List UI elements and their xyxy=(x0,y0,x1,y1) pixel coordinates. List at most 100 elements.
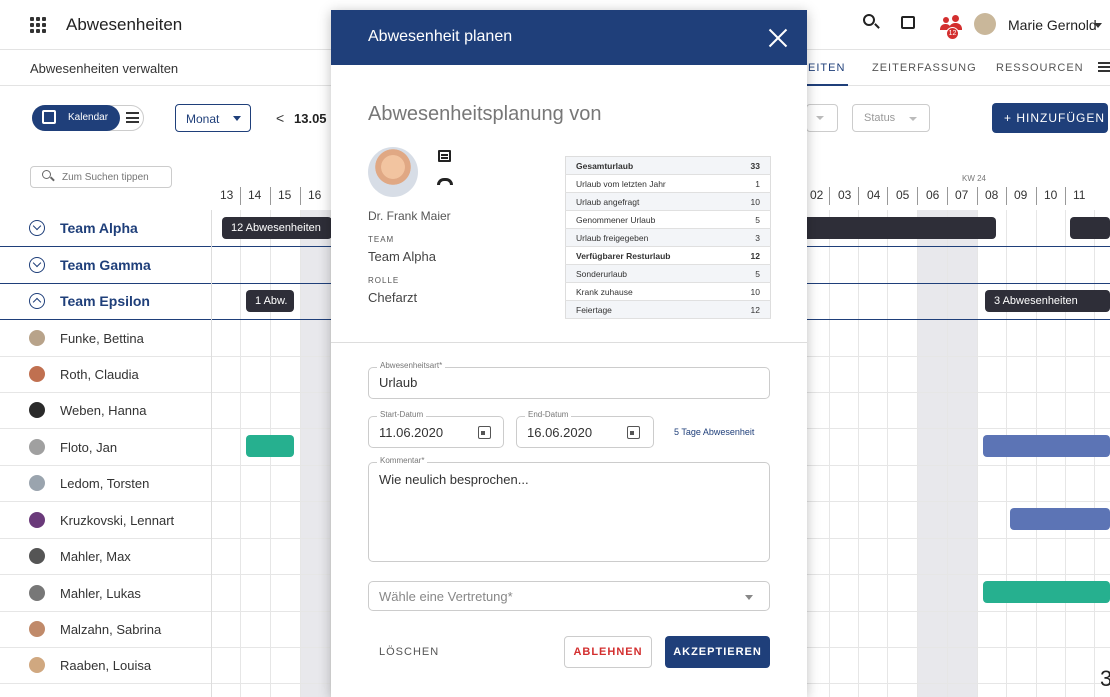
day-separator xyxy=(917,187,918,205)
stat-value: 5 xyxy=(728,264,771,283)
day-number: 03 xyxy=(838,188,852,202)
absence-bar[interactable] xyxy=(790,217,996,239)
comment-value: Wie neulich besprochen... xyxy=(379,472,529,487)
reject-button[interactable]: ABLEHNEN xyxy=(564,636,652,668)
day-number: 06 xyxy=(926,188,940,202)
day-number: 04 xyxy=(867,188,881,202)
team-label: TEAM xyxy=(368,235,395,244)
absence-bar[interactable] xyxy=(983,581,1110,603)
dialog-title: Abwesenheit planen xyxy=(368,28,513,45)
stat-value: 12 xyxy=(728,300,771,319)
absence-bar[interactable] xyxy=(1010,508,1110,530)
team-value: Team Alpha xyxy=(368,249,436,264)
notification-badge: 12 xyxy=(946,27,959,40)
stat-value: 3 xyxy=(728,228,771,247)
table-row: Urlaub freigegeben 3 xyxy=(565,228,771,247)
tab-abwesenheiten[interactable]: EITEN xyxy=(808,62,845,74)
comment-field[interactable]: Kommentar* Wie neulich besprochen... xyxy=(368,456,770,562)
sidebar-divider xyxy=(0,210,212,697)
role-label: ROLLE xyxy=(368,276,400,285)
table-row: Urlaub angefragt 10 xyxy=(565,192,771,211)
app-title: Abwesenheiten xyxy=(66,15,183,34)
page-subtitle: Abwesenheiten verwalten xyxy=(30,61,179,76)
user-menu-caret-icon[interactable] xyxy=(1094,23,1102,28)
search-icon[interactable] xyxy=(863,14,875,26)
stat-label: Gesamturlaub xyxy=(565,156,729,175)
apps-grid-icon[interactable] xyxy=(30,17,46,33)
corner-text: 3 xyxy=(1100,666,1110,691)
end-date-field[interactable]: End-Datum 16.06.2020 xyxy=(516,410,654,448)
day-number: 10 xyxy=(1044,188,1058,202)
phone-icon[interactable] xyxy=(437,178,453,185)
day-separator xyxy=(240,187,241,205)
day-separator xyxy=(858,187,859,205)
user-avatar[interactable] xyxy=(974,13,996,35)
active-tab-indicator xyxy=(800,84,848,86)
table-row: Urlaub vom letzten Jahr 1 xyxy=(565,174,771,193)
start-date-field[interactable]: Start-Datum 11.06.2020 xyxy=(368,410,504,448)
vacation-stats-table: Gesamturlaub 33 Urlaub vom letzten Jahr 1 … xyxy=(565,156,771,319)
day-separator xyxy=(947,187,948,205)
stat-label: Feiertage xyxy=(565,300,729,319)
previous-period-button[interactable]: < xyxy=(276,110,284,126)
tab-zeiterfassung[interactable]: ZEITERFASSUNG xyxy=(872,62,977,74)
day-number: 14 xyxy=(248,188,262,202)
stat-label: Sonderurlaub xyxy=(565,264,729,283)
day-separator xyxy=(270,187,271,205)
day-number: 16 xyxy=(308,188,322,202)
stat-value: 10 xyxy=(728,192,771,211)
status-filter-label: Status xyxy=(864,112,896,124)
stat-label: Urlaub freigegeben xyxy=(565,228,729,247)
absence-bar[interactable] xyxy=(1070,217,1110,239)
absence-bar[interactable]: 3 Abwesenheiten xyxy=(985,290,1110,312)
calendar-icon[interactable] xyxy=(627,426,640,439)
day-separator xyxy=(300,187,301,205)
absence-type-field[interactable]: Abwesenheitsart* Urlaub xyxy=(368,361,770,399)
delete-button[interactable]: LÖSCHEN xyxy=(379,646,439,658)
current-date-label: 13.05 xyxy=(294,111,327,126)
person-photo xyxy=(368,147,418,197)
search-input[interactable] xyxy=(62,170,168,184)
close-icon[interactable] xyxy=(767,26,789,48)
calendar-view-label: Kalendar xyxy=(68,112,109,123)
day-separator xyxy=(887,187,888,205)
calendar-icon[interactable] xyxy=(478,426,491,439)
menu-icon[interactable] xyxy=(1098,62,1110,72)
feedback-icon[interactable] xyxy=(901,16,915,29)
calendar-icon xyxy=(42,110,56,124)
day-separator xyxy=(1065,187,1066,205)
accept-button[interactable]: AKZEPTIEREN xyxy=(665,636,770,668)
message-icon[interactable] xyxy=(438,150,451,162)
plan-absence-dialog: Abwesenheit planen Abwesenheitsplanung v… xyxy=(331,10,807,697)
absence-bar[interactable]: 12 Abwesenheiten xyxy=(222,217,332,239)
search-icon xyxy=(42,170,51,179)
stat-value: 1 xyxy=(728,174,771,193)
week-label: KW 24 xyxy=(962,174,987,183)
table-row: Krank zuhause 10 xyxy=(565,282,771,301)
stat-value: 10 xyxy=(728,282,771,301)
absence-type-value: Urlaub xyxy=(379,375,418,390)
end-date-value: 16.06.2020 xyxy=(527,425,593,440)
absence-bar[interactable]: 1 Abw. xyxy=(246,290,294,312)
table-row: Sonderurlaub 5 xyxy=(565,264,771,283)
add-button[interactable]: + HINZUFÜGEN xyxy=(992,103,1108,133)
list-view-icon[interactable] xyxy=(126,112,139,123)
field-label: Kommentar* xyxy=(377,456,428,465)
substitute-select[interactable]: Wähle eine Vertretung* xyxy=(368,581,770,611)
stat-label: Krank zuhause xyxy=(565,282,729,301)
chevron-down-icon xyxy=(745,595,753,600)
absence-bar[interactable] xyxy=(246,435,294,457)
day-number: 09 xyxy=(1014,188,1028,202)
user-name[interactable]: Marie Gernold xyxy=(1008,17,1097,33)
table-row: Genommener Urlaub 5 xyxy=(565,210,771,229)
stat-label: Urlaub vom letzten Jahr xyxy=(565,174,729,193)
day-number: 07 xyxy=(955,188,969,202)
absence-bar[interactable] xyxy=(983,435,1110,457)
day-number: 11 xyxy=(1073,188,1086,202)
table-row: Feiertage 12 xyxy=(565,300,771,319)
role-value: Chefarzt xyxy=(368,290,418,305)
absence-days-info: 5 Tage Abwesenheit xyxy=(674,427,755,437)
day-number: 02 xyxy=(810,188,824,202)
period-select-value: Monat xyxy=(186,112,220,126)
tab-ressourcen[interactable]: RESSOURCEN xyxy=(996,62,1084,74)
